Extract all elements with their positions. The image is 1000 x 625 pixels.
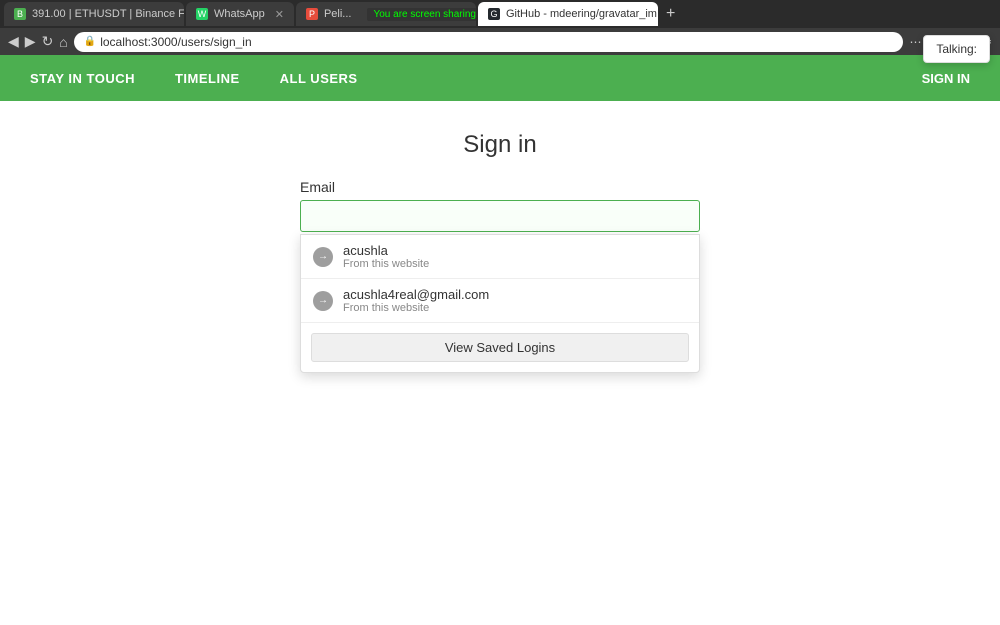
browser-tabs: B 391.00 | ETHUSDT | Binance F... ✕ W Wh… (0, 0, 1000, 28)
back-button[interactable]: ◀ (8, 33, 19, 50)
autocomplete-text-0: acushla From this website (343, 243, 429, 270)
browser-bar: ◀ ▶ ↻ ⌂ 🔒 localhost:3000/users/sign_in ⋯… (0, 28, 1000, 55)
sign-in-form: Email → acushla From this website → (300, 179, 700, 372)
autocomplete-name-1: acushla4real@gmail.com (343, 287, 489, 302)
talking-tooltip: Talking: (923, 35, 990, 63)
autocomplete-source-1: From this website (343, 302, 489, 314)
tab-favicon-binance: B (14, 8, 26, 20)
page-title: Sign in (463, 131, 536, 159)
new-tab-button[interactable]: + (666, 5, 675, 23)
autocomplete-item-1[interactable]: → acushla4real@gmail.com From this websi… (301, 279, 699, 322)
autocomplete-avatar-1: → (313, 291, 333, 311)
autocomplete-saved-logins: View Saved Logins (301, 323, 699, 372)
tab-binance[interactable]: B 391.00 | ETHUSDT | Binance F... ✕ (4, 2, 184, 26)
autocomplete-name-0: acushla (343, 243, 429, 258)
tab-favicon-github: G (488, 8, 500, 20)
home-button[interactable]: ⌂ (59, 34, 67, 50)
autocomplete-item-0[interactable]: → acushla From this website (301, 235, 699, 278)
autocomplete-text-1: acushla4real@gmail.com From this website (343, 287, 489, 314)
tab-github[interactable]: G GitHub - mdeering/gravatar_im... ✕ (478, 2, 658, 26)
nav-left: STAY IN TOUCH TIMELINE ALL USERS (10, 55, 378, 101)
browser-chrome: B 391.00 | ETHUSDT | Binance F... ✕ W Wh… (0, 0, 1000, 55)
autocomplete-source-0: From this website (343, 258, 429, 270)
talking-label: Talking: (936, 42, 977, 56)
email-group: Email → acushla From this website → (300, 179, 700, 232)
menu-dots[interactable]: ⋯ (909, 35, 921, 49)
nav-all-users[interactable]: ALL USERS (260, 55, 378, 101)
main-content: Sign in Email → acushla From this websit… (0, 101, 1000, 402)
tab-peli[interactable]: P Peli... You are screen sharing Stop Sh… (296, 2, 476, 26)
tab-whatsapp[interactable]: W WhatsApp ✕ (186, 2, 294, 26)
tab-close-whatsapp[interactable]: ✕ (271, 8, 284, 21)
reload-button[interactable]: ↻ (42, 33, 54, 50)
email-input[interactable] (300, 200, 700, 232)
autocomplete-dropdown: → acushla From this website → acushla4re… (300, 234, 700, 373)
app: STAY IN TOUCH TIMELINE ALL USERS SIGN IN… (0, 55, 1000, 402)
forward-button[interactable]: ▶ (25, 33, 36, 50)
nav-timeline[interactable]: TIMELINE (155, 55, 260, 101)
view-saved-logins-button[interactable]: View Saved Logins (311, 333, 689, 362)
address-text: localhost:3000/users/sign_in (100, 35, 251, 49)
navbar: STAY IN TOUCH TIMELINE ALL USERS SIGN IN (0, 55, 1000, 101)
tab-favicon-peli: P (306, 8, 318, 20)
autocomplete-avatar-0: → (313, 247, 333, 267)
screen-share-text: You are screen sharing (367, 8, 475, 21)
nav-stay-in-touch[interactable]: STAY IN TOUCH (10, 55, 155, 101)
tab-favicon-whatsapp: W (196, 8, 208, 20)
lock-icon: 🔒 (84, 36, 96, 47)
email-label: Email (300, 179, 700, 195)
address-bar[interactable]: 🔒 localhost:3000/users/sign_in (74, 32, 904, 52)
